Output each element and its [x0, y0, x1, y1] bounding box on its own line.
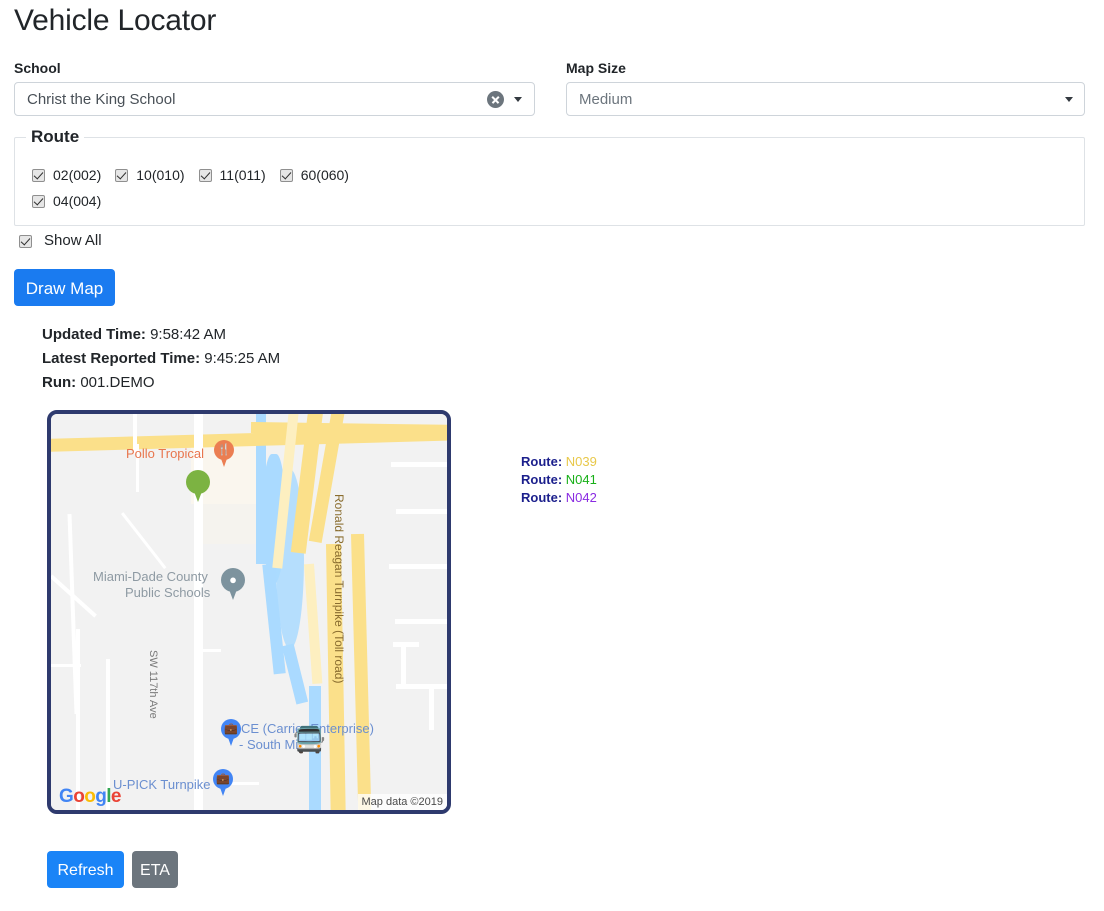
legend-key: Route:: [521, 454, 562, 469]
close-circle-icon[interactable]: [487, 91, 504, 108]
run-row: Run: 001.DEMO: [42, 371, 280, 395]
checkbox-icon[interactable]: [280, 169, 293, 182]
legend-row: Route: N042: [521, 489, 597, 507]
eta-button[interactable]: ETA: [132, 851, 178, 888]
checkbox-icon[interactable]: [19, 235, 32, 248]
school-bus-icon[interactable]: 🚍: [293, 726, 325, 752]
restaurant-pin-icon[interactable]: 🍴: [214, 440, 234, 468]
map-road: [396, 684, 447, 689]
route-checkbox-04[interactable]: 04(004): [32, 193, 101, 210]
route-checkbox-label: 04(004): [53, 193, 101, 210]
chevron-down-icon[interactable]: [1065, 97, 1073, 102]
legend-row: Route: N039: [521, 453, 597, 471]
route-checkbox-02[interactable]: 02(002): [32, 167, 101, 184]
map-size-select[interactable]: Medium: [566, 82, 1085, 116]
route-checkbox-60[interactable]: 60(060): [280, 167, 349, 184]
map-highway: [351, 534, 372, 810]
map-label-sw-117th-ave: SW 117th Ave: [147, 650, 159, 719]
map-highway-ramp: [304, 564, 322, 684]
latest-reported-time-row: Latest Reported Time: 9:45:25 AM: [42, 347, 280, 371]
legend-value: N042: [566, 490, 597, 505]
map-road: [76, 629, 80, 810]
map-road: [51, 664, 81, 667]
map-road: [429, 688, 434, 730]
updated-time-value: 9:58:42 AM: [150, 326, 226, 343]
refresh-button[interactable]: Refresh: [47, 851, 124, 888]
run-value: 001.DEMO: [80, 374, 154, 391]
legend-row: Route: N041: [521, 471, 597, 489]
map-road: [389, 564, 447, 569]
route-checkbox-label: 11(011): [220, 167, 266, 184]
route-checkbox-group: 02(002) 10(010) 11(011) 60(060) 04(004): [32, 167, 432, 219]
checkbox-icon[interactable]: [32, 195, 45, 208]
draw-map-button[interactable]: Draw Map: [14, 269, 115, 306]
route-checkbox-label: 10(010): [136, 167, 184, 184]
green-map-pin[interactable]: [186, 470, 210, 502]
map-road: [401, 647, 406, 687]
school-select[interactable]: Christ the King School: [14, 82, 535, 116]
chevron-down-icon[interactable]: [514, 97, 522, 102]
show-all-label: Show All: [44, 232, 102, 250]
map-highway: [326, 544, 346, 810]
route-fieldset: Route 02(002) 10(010) 11(011) 60(060) 04…: [14, 137, 1085, 226]
map-land-patch: [201, 504, 261, 544]
vehicle-locator-page: Vehicle Locator School Christ the King S…: [0, 0, 1104, 911]
show-all-checkbox[interactable]: Show All: [19, 232, 102, 250]
map-road: [391, 462, 447, 467]
map-container[interactable]: Pollo Tropical Miami-Dade County Public …: [47, 410, 451, 814]
gray-map-pin[interactable]: ●: [221, 568, 245, 600]
updated-time-row: Updated Time: 9:58:42 AM: [42, 323, 280, 347]
legend-value: N041: [566, 472, 597, 487]
map-road: [203, 649, 221, 652]
school-field-label: School: [14, 59, 61, 77]
page-title: Vehicle Locator: [14, 2, 216, 40]
map-size-field-label: Map Size: [566, 59, 626, 77]
map-label-mdcps-line1: Miami-Dade County: [93, 569, 208, 584]
map-canvas[interactable]: Pollo Tropical Miami-Dade County Public …: [51, 414, 447, 810]
route-checkbox-label: 02(002): [53, 167, 101, 184]
run-label: Run:: [42, 374, 76, 391]
checkbox-icon[interactable]: [199, 169, 212, 182]
map-attribution: Map data ©2019: [358, 794, 448, 810]
checkbox-icon[interactable]: [115, 169, 128, 182]
school-select-value: Christ the King School: [27, 91, 487, 108]
checkbox-icon[interactable]: [32, 169, 45, 182]
store-pin-icon[interactable]: 💼: [213, 769, 233, 797]
legend-value: N039: [566, 454, 597, 469]
map-road: [393, 642, 419, 647]
store-pin-icon[interactable]: 💼: [221, 719, 241, 747]
legend-key: Route:: [521, 472, 562, 487]
google-logo: Google: [59, 786, 121, 808]
map-size-select-value: Medium: [579, 91, 1065, 108]
latest-reported-time-value: 9:45:25 AM: [204, 350, 280, 367]
route-checkbox-10[interactable]: 10(010): [115, 167, 184, 184]
route-checkbox-11[interactable]: 11(011): [199, 167, 266, 184]
map-water: [282, 643, 308, 704]
map-road: [136, 444, 139, 492]
route-color-legend: Route: N039 Route: N041 Route: N042: [521, 453, 597, 507]
map-road: [396, 509, 447, 514]
legend-key: Route:: [521, 490, 562, 505]
map-road: [395, 619, 447, 624]
map-road: [229, 782, 259, 785]
latest-reported-time-label: Latest Reported Time:: [42, 350, 200, 367]
route-checkbox-label: 60(060): [301, 167, 349, 184]
map-road: [121, 512, 166, 569]
route-fieldset-legend: Route: [26, 126, 84, 148]
status-info: Updated Time: 9:58:42 AM Latest Reported…: [42, 323, 280, 395]
updated-time-label: Updated Time:: [42, 326, 146, 343]
